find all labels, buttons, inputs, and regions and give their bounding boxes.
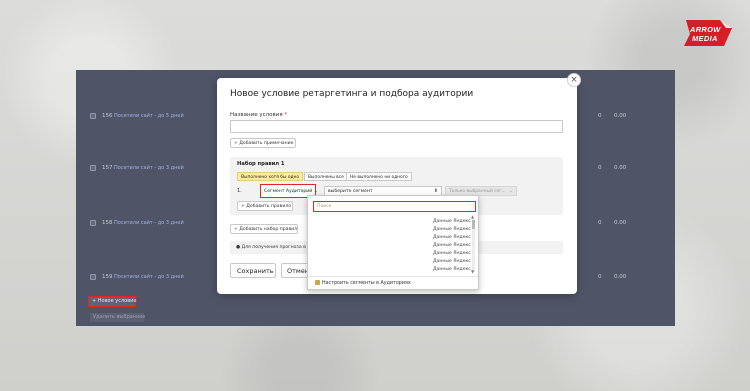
dropdown-item[interactable]: Данные Яндекс — [433, 251, 471, 256]
add-ruleset-button[interactable]: + Добавить набор правил — [230, 224, 298, 234]
dropdown-item[interactable]: Данные Яндекс — [433, 219, 471, 224]
row-checkbox[interactable] — [90, 165, 96, 171]
row-condition-name[interactable]: Посетили сайт - до 3 дней — [114, 165, 184, 171]
row-value: 0.00 — [614, 274, 627, 280]
chevron-down-icon: ⌄ — [313, 188, 318, 194]
modal-title: Новое условие ретаргетинга и подбора ауд… — [230, 89, 474, 99]
row-value: 0.00 — [614, 165, 627, 171]
condition-name-input[interactable] — [230, 120, 563, 133]
dropdown-divider — [308, 276, 478, 277]
row-id: 158 — [102, 220, 113, 226]
rule-type-value: Сегмент Аудиторий — [264, 188, 313, 194]
rule-number: 1. — [237, 188, 242, 194]
row-value: 0 — [598, 165, 602, 171]
dropdown-search-input[interactable]: Поиск — [313, 201, 476, 212]
row-condition-name[interactable]: Посетили сайт - до 3 дней — [114, 220, 184, 226]
dropdown-item[interactable]: Данные Яндекс — [433, 259, 471, 264]
delete-selected-button[interactable]: Удалить выбранное — [90, 313, 145, 322]
mode-all-met[interactable]: Выполнены все — [304, 172, 348, 181]
dropdown-item[interactable]: Данные Яндекс — [433, 243, 471, 248]
dropdown-scroll-thumb[interactable] — [472, 220, 475, 229]
chevron-down-icon: ⌄ — [508, 188, 513, 194]
segment-select-value: выберите сегмент — [328, 188, 373, 194]
dropdown-item[interactable]: Данные Яндекс — [433, 227, 471, 232]
row-value: 0 — [598, 220, 602, 226]
configure-segments-link[interactable]: Настроить сегменты в Аудиториях — [315, 280, 411, 286]
row-value: 0.00 — [614, 113, 627, 119]
row-value: 0 — [598, 274, 602, 280]
row-id: 157 — [102, 165, 113, 171]
dropdown-item[interactable]: Данные Яндекс — [433, 267, 471, 272]
mode-at-least-one[interactable]: Выполнено хотя бы одно — [237, 172, 304, 181]
ruleset-title: Набор правил 1 — [237, 161, 285, 167]
row-id: 156 — [102, 113, 113, 119]
save-button[interactable]: Сохранить — [230, 263, 276, 278]
add-rule-button[interactable]: + Добавить правило — [237, 201, 293, 211]
only-selected-value: Только выбранный сег... — [449, 188, 506, 194]
required-mark: * — [284, 112, 288, 118]
row-value: 0.00 — [614, 220, 627, 226]
row-id: 159 — [102, 274, 113, 280]
mode-none-met[interactable]: Не выполнено ни одного — [346, 172, 412, 181]
new-condition-button[interactable]: + Новое условие — [88, 296, 137, 307]
scroll-up-icon[interactable]: ▲ — [471, 214, 474, 219]
add-note-button[interactable]: + Добавить примечание — [230, 138, 296, 148]
row-condition-name[interactable]: Посетили сайт - до 5 дней — [114, 113, 184, 119]
row-condition-name[interactable]: Посетили сайт - до 3 дней — [114, 274, 184, 280]
row-value: 0 — [598, 113, 602, 119]
arrow-media-logo: ARROW MEDIA — [682, 18, 734, 48]
info-icon: ● — [236, 244, 241, 250]
scroll-down-icon[interactable]: ▼ — [471, 269, 474, 274]
row-checkbox[interactable] — [90, 274, 96, 280]
segment-dropdown: Поиск Данные Яндекс Данные Яндекс Данные… — [307, 195, 479, 290]
dropdown-item[interactable]: Данные Яндекс — [433, 235, 471, 240]
sort-arrows-icon: ⬍ — [433, 188, 438, 194]
condition-name-label-text: Название условия — [230, 112, 283, 118]
condition-name-label: Название условия * — [230, 112, 287, 118]
close-icon[interactable]: × — [567, 73, 581, 87]
row-checkbox[interactable] — [90, 220, 96, 226]
audiences-icon — [315, 280, 320, 285]
configure-segments-text: Настроить сегменты в Аудиториях — [322, 281, 411, 286]
row-checkbox[interactable] — [90, 113, 96, 119]
